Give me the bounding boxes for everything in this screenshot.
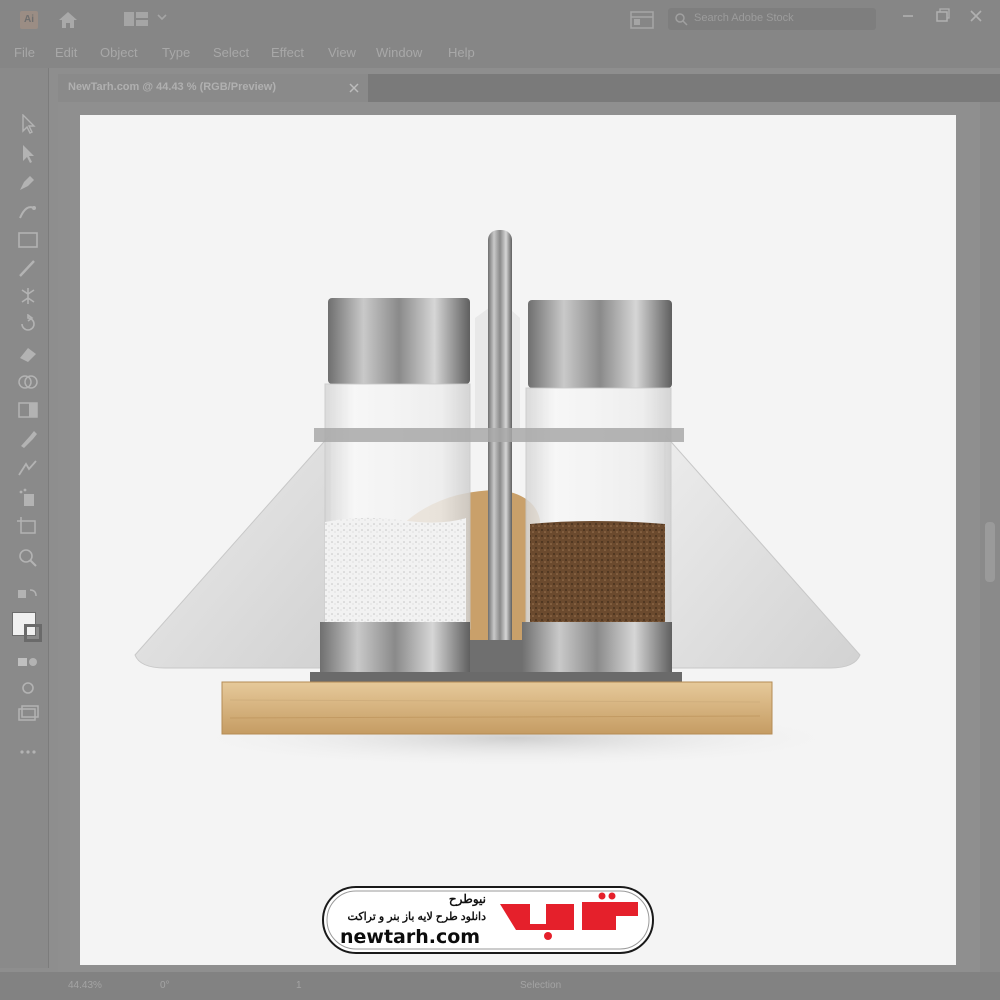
napkin-right [664,433,861,669]
holder-base-plate [310,672,682,682]
salt-shaker [320,298,471,674]
badge-url: newtarh.com [340,926,481,948]
rotation-angle[interactable]: 0° [160,980,170,991]
napkin-left [134,433,331,669]
pepper-cap [528,300,672,388]
pepper-base [522,622,672,674]
status-bar: 44.43% 0° 1 Selection [0,972,1000,1000]
holder-pole [488,230,512,670]
badge-title: نیوطرح [448,892,486,906]
zoom-level[interactable]: 44.43% [68,980,102,991]
badge-subtitle: دانلود طرح لایه باز بنر و تراکت [347,911,486,923]
current-tool: Selection [520,980,562,991]
salt-base [320,622,470,674]
salt-pepper-illustration [134,230,861,768]
wooden-base [221,681,773,735]
salt-cap [328,298,470,384]
holder-ring [314,428,684,442]
pepper-fill [530,521,665,628]
newtarh-logo-icon [500,892,638,940]
pepper-shaker [522,300,672,674]
salt-fill [325,517,466,628]
holder-foot [470,640,522,674]
artboard-number[interactable]: 1 [296,980,302,991]
